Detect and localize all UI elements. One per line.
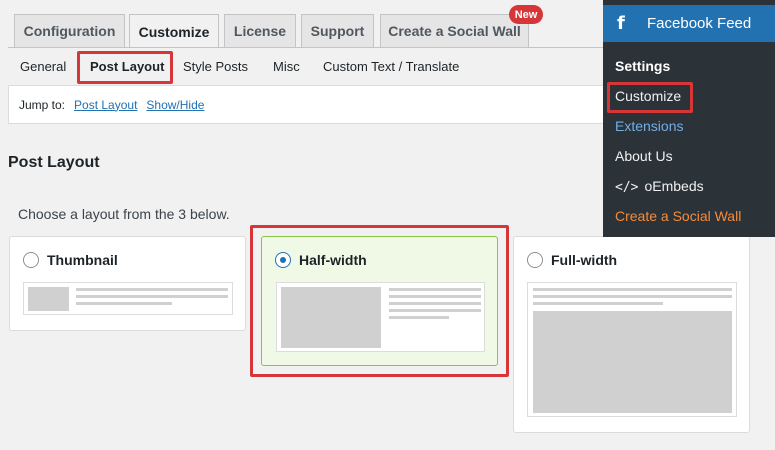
full-width-preview (527, 282, 737, 417)
jump-link-post-layout[interactable]: Post Layout (74, 98, 137, 112)
layout-option-full-width[interactable]: Full-width (527, 252, 617, 268)
subtab-general[interactable]: General (20, 59, 66, 74)
preview-line (533, 295, 732, 298)
radio-thumbnail[interactable] (23, 252, 39, 268)
preview-image (281, 287, 381, 348)
subtab-style-posts[interactable]: Style Posts (183, 59, 248, 74)
tabs-divider (8, 47, 608, 48)
layout-label-thumbnail: Thumbnail (47, 252, 118, 268)
preview-line (76, 288, 228, 291)
tab-support[interactable]: Support (301, 14, 374, 47)
new-badge: New (509, 5, 543, 24)
subtab-misc[interactable]: Misc (273, 59, 300, 74)
preview-line (389, 302, 481, 305)
jump-label: Jump to: (19, 97, 66, 112)
preview-line (76, 295, 228, 298)
preview-line (76, 302, 172, 305)
thumbnail-preview (23, 282, 233, 315)
facebook-feed-menu[interactable]: f Facebook Feed (603, 5, 775, 42)
radio-full-width[interactable] (527, 252, 543, 268)
preview-image (28, 287, 69, 311)
preview-line (389, 295, 481, 298)
subtab-custom-text[interactable]: Custom Text / Translate (323, 59, 459, 74)
half-width-preview (276, 282, 485, 352)
facebook-icon: f (617, 13, 625, 34)
preview-line (533, 288, 732, 291)
menu-title: Facebook Feed (647, 15, 752, 32)
menu-item-oembeds-label: oEmbeds (644, 178, 704, 194)
section-title: Post Layout (8, 154, 100, 171)
layout-option-half-width[interactable]: Half-width (275, 252, 367, 268)
tab-license[interactable]: License (224, 14, 296, 47)
menu-item-create-social-wall[interactable]: Create a Social Wall (615, 208, 741, 224)
radio-half-width[interactable] (275, 252, 291, 268)
menu-item-settings[interactable]: Settings (615, 58, 670, 74)
preview-image (533, 311, 732, 413)
layout-label-half-width: Half-width (299, 252, 367, 268)
tab-customize[interactable]: Customize (129, 14, 219, 48)
layout-label-full-width: Full-width (551, 252, 618, 268)
tab-create-social-wall[interactable]: Create a Social Wall (380, 14, 529, 47)
menu-item-extensions[interactable]: Extensions (615, 118, 683, 134)
jump-bar: Jump to: Post Layout Show/Hide (8, 85, 608, 124)
preview-line (389, 288, 481, 291)
tab-configuration[interactable]: Configuration (14, 14, 125, 47)
preview-line (389, 309, 481, 312)
highlight-box-post-layout (77, 51, 173, 84)
layout-description: Choose a layout from the 3 below. (18, 206, 230, 222)
preview-line (389, 316, 449, 319)
highlight-box-customize (607, 82, 693, 113)
code-icon: </> (615, 180, 639, 195)
layout-option-thumbnail[interactable]: Thumbnail (23, 252, 118, 268)
menu-item-about-us[interactable]: About Us (615, 148, 673, 164)
menu-item-oembeds[interactable]: </> oEmbeds (615, 178, 704, 195)
preview-line (533, 302, 663, 305)
jump-link-show-hide[interactable]: Show/Hide (146, 98, 204, 112)
